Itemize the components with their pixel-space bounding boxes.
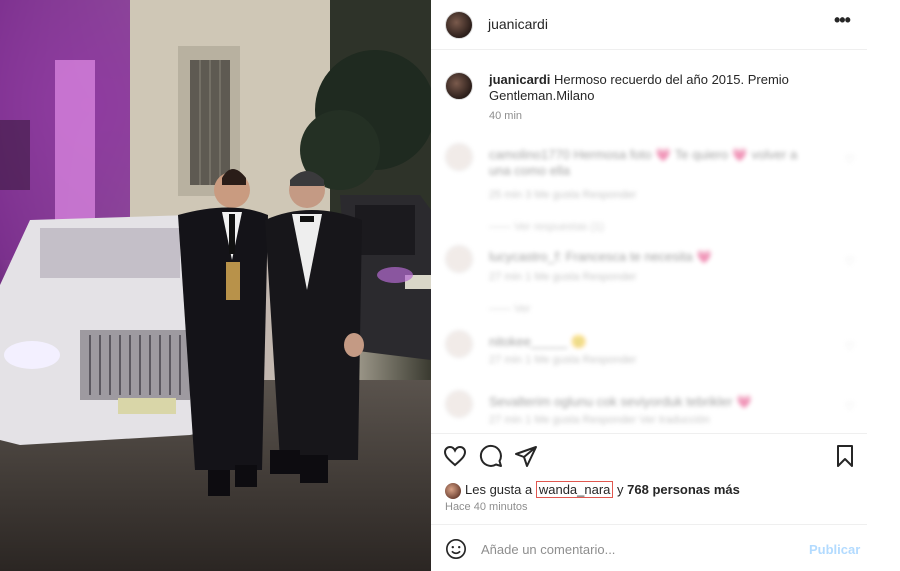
caption-time: 40 min [489,110,523,122]
comment-meta: 27 min 1 Me gusta Responder [489,354,637,366]
photo-illustration [0,0,431,571]
post-photo [0,0,431,571]
comment-like-icon[interactable]: ♡ [845,340,855,353]
likes-middle: y [617,482,624,497]
add-comment-section: Publicar [431,524,867,571]
emoji-icon[interactable] [445,538,467,560]
caption-avatar[interactable] [445,72,473,100]
comment-avatar[interactable] [445,330,473,358]
post-actions-bar [431,433,867,477]
post-header: juanicardi ••• [431,0,867,50]
post-details-panel: juanicardi ••• juanicardi Hermoso recuer… [431,0,867,571]
comment-like-icon[interactable]: ♡ [845,153,855,166]
comment-input[interactable] [481,537,781,561]
heart-icon[interactable] [443,444,469,470]
comment-meta: 25 min 3 Me gusta Responder [489,189,637,201]
comment-text: Sevalterim oglunu cok seviyorduk tebrikl… [489,394,753,409]
author-username[interactable]: juanicardi [488,16,548,32]
share-icon[interactable] [514,444,540,470]
comment-meta: 27 min 1 Me gusta Responder Ver traducci… [489,414,710,426]
comment-replies[interactable]: —— Ver respuestas (1) [489,221,604,233]
comment-replies[interactable]: —— Ver [489,303,531,315]
bookmark-icon[interactable] [833,444,859,470]
comment-text: lucycastro_f: Francesca te necesita 💗 [489,249,713,264]
posted-time[interactable]: Hace 40 minutos [445,501,528,513]
comment-text: camolino1770 Hermosa foto 💗 Te quiero 💗 … [489,147,798,178]
caption-username[interactable]: juanicardi [489,72,550,87]
likes-summary: Les gusta a wanda_nara y 768 personas má… [445,481,740,499]
likes-others[interactable]: 768 personas más [627,482,740,497]
comment-text: nitokee_____ 🙂 [489,334,587,349]
liker-username[interactable]: wanda_nara [535,481,614,498]
comment-avatar[interactable] [445,390,473,418]
comment-like-icon[interactable]: ♡ [845,255,855,268]
comment-avatar[interactable] [445,245,473,273]
comment-icon[interactable] [479,444,505,470]
caption-text: juanicardi Hermoso recuerdo del año 2015… [489,72,789,104]
publish-button[interactable]: Publicar [809,542,860,557]
comments-list: camolino1770 Hermosa foto 💗 Te quiero 💗 … [431,135,867,430]
likes-prefix: Les gusta a [465,482,533,497]
comment-avatar[interactable] [445,143,473,171]
author-avatar[interactable] [445,11,473,39]
page-margin [867,0,900,571]
comment-meta: 27 min 1 Me gusta Responder [489,271,637,283]
more-options-icon[interactable]: ••• [834,11,854,33]
liker-avatar [445,482,461,499]
comment-like-icon[interactable]: ♡ [845,400,855,413]
